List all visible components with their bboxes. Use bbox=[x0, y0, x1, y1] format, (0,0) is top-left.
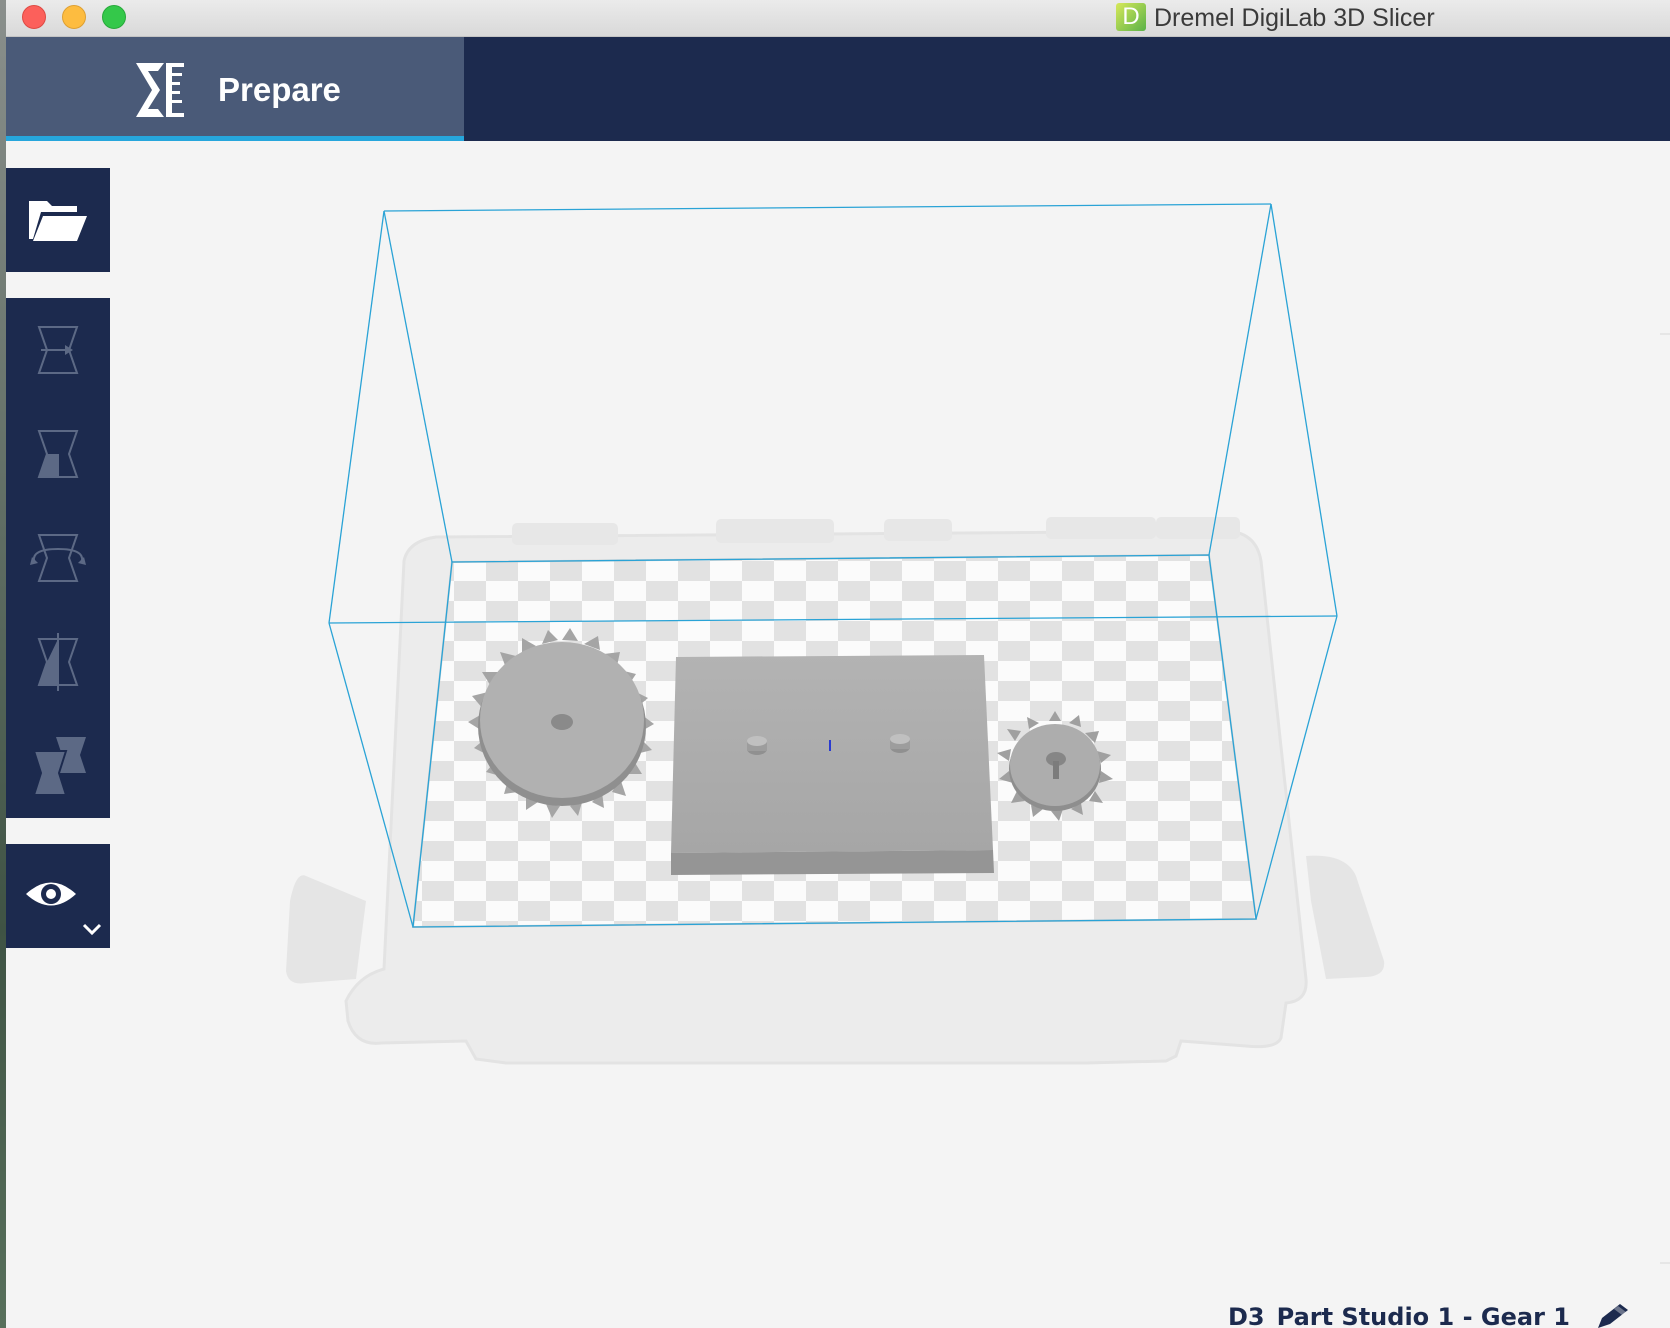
view-orientation-group bbox=[6, 844, 110, 948]
chevron-down-icon bbox=[82, 923, 102, 936]
transform-tools-group bbox=[6, 298, 110, 818]
right-panel-edge bbox=[1660, 1262, 1670, 1264]
folder-open-icon bbox=[29, 201, 87, 241]
open-file-button[interactable] bbox=[6, 168, 110, 272]
stage-header: Prepare bbox=[6, 37, 1670, 141]
zoom-window-button[interactable] bbox=[102, 5, 126, 29]
pencil-icon[interactable] bbox=[1594, 1304, 1628, 1328]
base-plate bbox=[671, 655, 994, 875]
rotate-tool-button[interactable] bbox=[6, 506, 110, 610]
app-icon: D bbox=[1116, 3, 1146, 31]
minimize-window-button[interactable] bbox=[62, 5, 86, 29]
scale-tool-button[interactable] bbox=[6, 402, 110, 506]
per-model-settings-icon bbox=[32, 737, 86, 796]
prepare-stage-icon bbox=[136, 63, 184, 117]
rotate-icon bbox=[30, 534, 86, 582]
eye-icon bbox=[26, 882, 76, 906]
mirror-icon bbox=[37, 633, 79, 691]
object-name: D3_Part Studio 1 - Gear 1 bbox=[1228, 1303, 1570, 1328]
mirror-tool-button[interactable] bbox=[6, 610, 110, 714]
tab-prepare[interactable]: Prepare bbox=[6, 37, 464, 141]
close-window-button[interactable] bbox=[22, 5, 46, 29]
move-icon bbox=[37, 326, 79, 374]
open-file-group bbox=[6, 168, 110, 272]
right-panel-edge bbox=[1660, 333, 1670, 335]
tab-prepare-label: Prepare bbox=[218, 71, 341, 108]
3d-viewport[interactable] bbox=[6, 141, 1670, 1328]
window-title: Dremel DigiLab 3D Slicer bbox=[1154, 4, 1435, 32]
per-model-settings-tool-button[interactable] bbox=[6, 714, 110, 818]
window-titlebar: D Dremel DigiLab 3D Slicer bbox=[6, 0, 1670, 37]
scale-icon bbox=[37, 430, 79, 478]
move-tool-button[interactable] bbox=[6, 298, 110, 402]
view-menu-button[interactable] bbox=[6, 844, 110, 948]
build-scene bbox=[286, 203, 1385, 1065]
